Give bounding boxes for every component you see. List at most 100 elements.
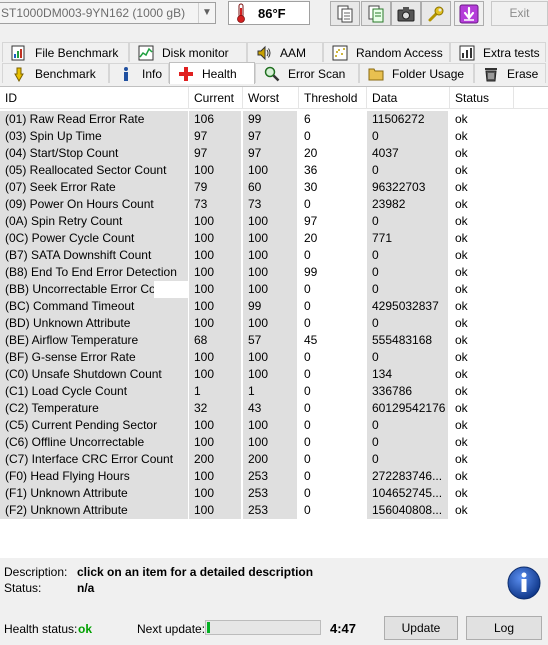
cell-id: (C7) Interface CRC Error Count (0, 451, 188, 468)
cell-current: 200 (189, 451, 241, 468)
table-row[interactable]: (F0) Head Flying Hours 100 253 0 272283746..… (0, 468, 548, 485)
cell-id: (BB) Uncorrectable Error Count (0, 281, 154, 298)
table-row[interactable]: (04) Start/Stop Count 97 97 20 4037 ok (0, 145, 548, 162)
tab-disk-monitor[interactable]: Disk monitor (129, 42, 247, 62)
table-body: (01) Raw Read Error Rate 106 99 6 11506272 ok… (0, 111, 548, 519)
table-row[interactable]: (05) Reallocated Sector Count 100 100 36 0 ok (0, 162, 548, 179)
cell-current: 100 (189, 502, 241, 519)
table-row[interactable]: (B8) End To End Error Detection 100 100 99 0… (0, 264, 548, 281)
table-row[interactable]: (F2) Unknown Attribute 100 253 0 156040808..… (0, 502, 548, 519)
smart-table[interactable]: ID Current Worst Threshold Data Status (… (0, 86, 548, 558)
screenshot-button[interactable] (391, 1, 421, 26)
cell-status: ok (455, 214, 468, 228)
file-benchmark-icon (11, 45, 25, 60)
cell-data: 60129542176 (367, 400, 448, 417)
cell-status: ok (455, 248, 468, 262)
tab-benchmark[interactable]: Benchmark (2, 63, 109, 83)
speaker-icon (257, 45, 271, 60)
tab-folder-usage[interactable]: Folder Usage (359, 63, 474, 83)
tab-file-benchmark[interactable]: File Benchmark (2, 42, 129, 62)
tab-info[interactable]: Info (109, 63, 169, 83)
cell-data: 0 (367, 417, 448, 434)
cell-data: 0 (367, 451, 448, 468)
header-status[interactable]: Status (450, 87, 514, 109)
table-row[interactable]: (C6) Offline Uncorrectable 100 100 0 0 ok (0, 434, 548, 451)
table-row[interactable]: (0C) Power Cycle Count 100 100 20 771 ok (0, 230, 548, 247)
tab-label: Folder Usage (392, 66, 465, 81)
table-row[interactable]: (C2) Temperature 32 43 0 60129542176 ok (0, 400, 548, 417)
cell-current: 100 (189, 485, 241, 502)
cell-current: 100 (189, 349, 241, 366)
header-data[interactable]: Data (367, 87, 450, 109)
header-id[interactable]: ID (0, 87, 189, 109)
cell-id: (09) Power On Hours Count (0, 196, 188, 213)
cell-status: ok (455, 129, 468, 143)
cell-data: 0 (367, 349, 448, 366)
copy-all-button[interactable] (361, 1, 391, 26)
table-row[interactable]: (09) Power On Hours Count 73 73 0 23982 ok (0, 196, 548, 213)
drive-select[interactable]: ST1000DM003-9YN162 (1000 gB) ▼ (0, 2, 216, 24)
cell-status: ok (455, 282, 468, 296)
table-row[interactable]: (C1) Load Cycle Count 1 1 0 336786 ok (0, 383, 548, 400)
table-row[interactable]: (BB) Uncorrectable Error Count 100100 0 0 ok (0, 281, 548, 298)
cell-worst: 200 (243, 451, 297, 468)
tabs-row-1: File Benchmark Disk monitor AAM Random A… (0, 42, 548, 62)
cell-id: (C6) Offline Uncorrectable (0, 434, 188, 451)
cell-worst: 60 (243, 179, 297, 196)
table-row[interactable]: (B7) SATA Downshift Count 100 100 0 0 ok (0, 247, 548, 264)
options-button[interactable] (421, 1, 451, 26)
table-row[interactable]: (BE) Airflow Temperature 68 57 45 555483168 o… (0, 332, 548, 349)
table-row[interactable]: (07) Seek Error Rate 79 60 30 96322703 ok (0, 179, 548, 196)
cell-current: 100 (189, 434, 241, 451)
cell-data: 555483168 (367, 332, 448, 349)
table-row[interactable]: (F1) Unknown Attribute 100 253 0 104652745..… (0, 485, 548, 502)
cell-id: (C5) Current Pending Sector (0, 417, 188, 434)
table-row[interactable]: (C0) Unsafe Shutdown Count 100 100 0 134 ok (0, 366, 548, 383)
cell-worst: 100 (243, 162, 297, 179)
info-icon (124, 66, 128, 81)
log-button[interactable]: Log (466, 616, 542, 640)
tab-error-scan[interactable]: Error Scan (255, 63, 359, 83)
header-worst[interactable]: Worst (243, 87, 299, 109)
cell-threshold: 99 (304, 265, 318, 279)
update-check-button[interactable] (454, 1, 484, 26)
table-row[interactable]: (BD) Unknown Attribute 100 100 0 0 ok (0, 315, 548, 332)
tab-erase[interactable]: Erase (474, 63, 546, 83)
cell-threshold: 36 (304, 163, 318, 177)
tab-aam[interactable]: AAM (247, 42, 323, 62)
cell-threshold: 0 (304, 316, 311, 330)
table-row[interactable]: (C5) Current Pending Sector 100 100 0 0 ok (0, 417, 548, 434)
table-row[interactable]: (01) Raw Read Error Rate 106 99 6 11506272 ok (0, 111, 548, 128)
tab-extra-tests[interactable]: Extra tests (450, 42, 546, 62)
cell-data: 0 (367, 162, 448, 179)
table-row[interactable]: (0A) Spin Retry Count 100 100 97 0 ok (0, 213, 548, 230)
cell-current: 32 (189, 400, 241, 417)
header-current[interactable]: Current (189, 87, 243, 109)
drive-select-value: ST1000DM003-9YN162 (1000 gB) (1, 6, 186, 20)
table-row[interactable]: (BF) G-sense Error Rate 100 100 0 0 ok (0, 349, 548, 366)
cell-id: (05) Reallocated Sector Count (0, 162, 188, 179)
cell-data: 0 (367, 213, 448, 230)
cell-status: ok (455, 503, 468, 517)
cell-worst: 100 (243, 315, 297, 332)
table-row[interactable]: (BC) Command Timeout 100 99 0 4295032837 ok (0, 298, 548, 315)
random-access-icon (332, 45, 348, 60)
cell-id: (B8) End To End Error Detection (0, 264, 188, 281)
cell-worst: 100 (243, 213, 297, 230)
cell-current: 73 (189, 196, 241, 213)
cell-id: (F0) Head Flying Hours (0, 468, 188, 485)
cell-threshold: 0 (304, 248, 311, 262)
tab-health[interactable]: Health (169, 62, 255, 84)
tab-random-access[interactable]: Random Access (323, 42, 450, 62)
cell-threshold: 0 (304, 384, 311, 398)
header-threshold[interactable]: Threshold (299, 87, 367, 109)
update-button[interactable]: Update (384, 616, 458, 640)
cell-id: (0A) Spin Retry Count (0, 213, 188, 230)
copy-button[interactable] (330, 1, 360, 26)
table-row[interactable]: (03) Spin Up Time 97 97 0 0 ok (0, 128, 548, 145)
cell-current: 68 (189, 332, 241, 349)
cell-worst: 253 (243, 485, 297, 502)
table-row[interactable]: (C7) Interface CRC Error Count 200 200 0 0 ok (0, 451, 548, 468)
cell-threshold: 0 (304, 452, 311, 466)
exit-button[interactable]: Exit (491, 1, 548, 26)
